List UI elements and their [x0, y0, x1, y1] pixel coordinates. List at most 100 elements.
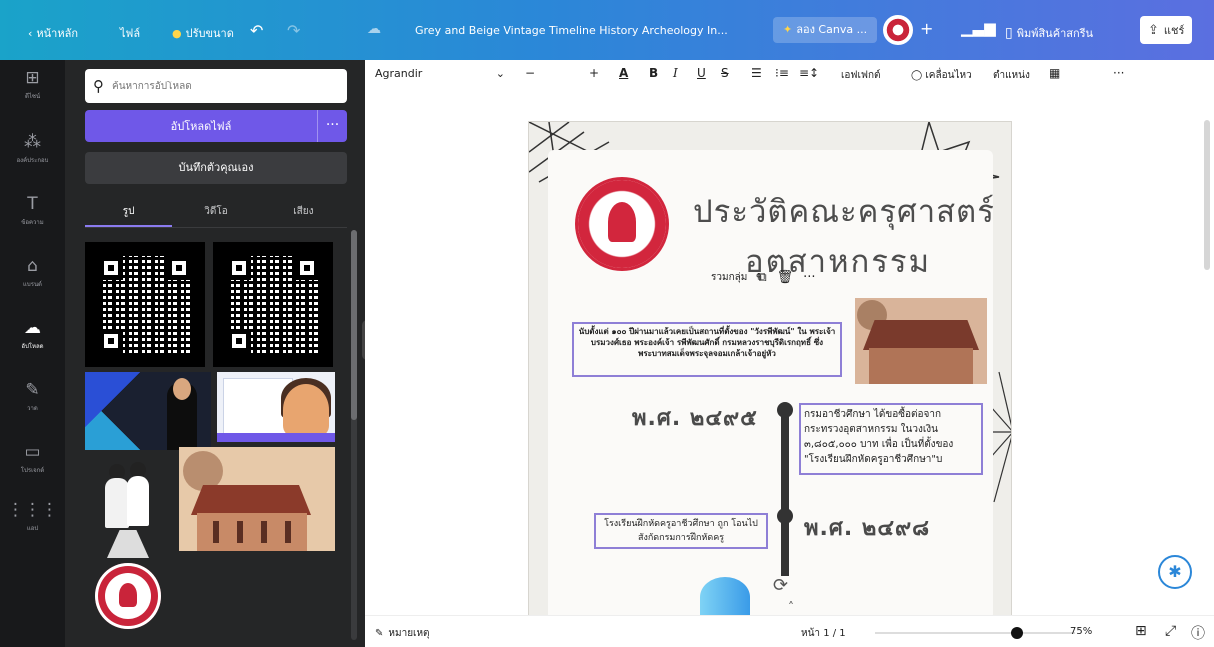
chevron-up-icon[interactable]: ˄ [788, 600, 794, 614]
building-photo-thumbnail[interactable] [179, 447, 335, 551]
qr-code-thumbnail[interactable] [85, 242, 205, 367]
print-button[interactable]: ▯ พิมพ์สินค้าสกรีน [1005, 24, 1093, 42]
redo-icon[interactable]: ↷ [287, 21, 300, 40]
tab-images[interactable]: รูป [85, 198, 173, 227]
scroll-thumb[interactable] [1204, 120, 1210, 270]
crown-icon: ● [172, 26, 182, 40]
tab-audio[interactable]: เสียง [260, 198, 347, 227]
share-button[interactable]: ⇪ แชร์ [1140, 16, 1193, 44]
document-title[interactable]: Grey and Beige Vintage Timeline History … [415, 24, 728, 37]
rail-item-brand[interactable]: ⌂ แบรนด์ [0, 256, 65, 289]
search-box[interactable]: ⚲ [85, 69, 347, 103]
more-options-icon[interactable]: ··· [803, 270, 815, 285]
text-icon: T [27, 194, 38, 214]
rail-label: วาด [27, 405, 38, 412]
history-textbox-2[interactable]: กรมอาชีวศึกษา ได้ขอซื้อต่อจาก กระทรวงอุต… [799, 403, 983, 475]
qr-code-thumbnail[interactable] [213, 242, 333, 367]
couple-cutout-thumbnail[interactable] [95, 458, 165, 558]
webpage-thumbnail[interactable] [217, 372, 335, 442]
font-size-decrease[interactable]: − [525, 66, 535, 80]
chevron-down-icon: ⌄ [495, 67, 505, 80]
underline-icon[interactable]: U [697, 66, 706, 80]
year-label-2[interactable]: พ.ศ. ๒๔๙๘ [804, 510, 930, 545]
position-button[interactable]: ตำแหน่ง [993, 68, 1030, 83]
rail-item-draw[interactable]: ✎ วาด [0, 380, 65, 413]
faculty-seal-logo[interactable] [578, 180, 666, 268]
add-collaborator-icon[interactable]: + [920, 19, 933, 38]
resize-button[interactable]: ● ปรับขนาด [172, 24, 234, 42]
font-size-increase[interactable]: + [589, 66, 599, 80]
search-input[interactable] [112, 80, 312, 92]
file-menu[interactable]: ไฟล์ [120, 24, 140, 42]
projects-icon: ▭ [24, 442, 41, 462]
building-roof [863, 320, 979, 350]
record-yourself-button[interactable]: บันทึกตัวคุณเอง [85, 152, 347, 184]
bullet-list-icon[interactable]: ⁝≡ [775, 66, 789, 80]
text-color-icon[interactable]: A [619, 66, 628, 80]
tab-videos[interactable]: วิดีโอ [172, 198, 259, 227]
qr-corner [99, 329, 123, 353]
building-photo[interactable] [855, 298, 987, 384]
top-bar: ‹ หน้าหลัก ไฟล์ ● ปรับขนาด ↶ ↷ ☁ Grey an… [0, 0, 1214, 60]
align-center-icon[interactable]: ☰ [751, 66, 762, 80]
gradient-shape[interactable] [700, 577, 750, 617]
effects-button[interactable]: เอฟเฟกต์ [841, 68, 881, 83]
more-options-icon[interactable]: ··· [317, 110, 347, 142]
grid-view-icon[interactable]: ⊞ [1135, 623, 1147, 639]
rail-item-elements[interactable]: ⁂ องค์ประกอบ [0, 132, 65, 165]
magic-assistant-button[interactable]: ✱ [1158, 555, 1192, 589]
rail-item-projects[interactable]: ▭ โปรเจกต์ [0, 442, 65, 475]
rail-item-design[interactable]: ⊞ ดีไซน์ [0, 68, 65, 101]
avatar[interactable] [883, 15, 913, 45]
rotate-handle-icon[interactable]: ⟳ [773, 575, 788, 596]
home-button[interactable]: ‹ หน้าหลัก [28, 24, 78, 42]
fullscreen-icon[interactable]: ⤢ [1165, 623, 1176, 639]
rail-label: ข้อความ [21, 219, 44, 226]
rail-item-text[interactable]: T ข้อความ [0, 194, 65, 227]
upload-files-button[interactable]: อัปโหลดไฟล์ ··· [85, 110, 347, 142]
undo-icon[interactable]: ↶ [250, 21, 263, 40]
share-label: แชร์ [1163, 24, 1185, 37]
page-title-line1[interactable]: ประวัติคณะครุศาสตร์ [693, 186, 995, 236]
qr-pattern [99, 256, 191, 353]
rail-label: ดีไซน์ [24, 93, 41, 100]
group-context-bar: รวมกลุ่ม ⧉ 🗑︎ ··· [711, 270, 816, 285]
cloud-save-icon[interactable]: ☁ [367, 21, 381, 37]
editor-toolbar: Agrandir ⌄ − + A B I U S ☰ ⁝≡ ≡↕ เอฟเฟกต… [365, 60, 1214, 90]
timeline-dot [777, 402, 793, 418]
help-icon[interactable]: ⓘ [1191, 623, 1205, 643]
upload-label: อัปโหลดไฟล์ [170, 120, 232, 133]
notes-button[interactable]: ✎ หมายเหตุ [375, 626, 430, 641]
panel-scrollbar[interactable] [351, 230, 357, 640]
history-textbox-3[interactable]: โรงเรียนฝึกหัดครูอาชีวศึกษา ถูก โอนไปสัง… [594, 513, 768, 549]
italic-icon[interactable]: I [673, 66, 678, 80]
line-spacing-icon[interactable]: ≡↕ [799, 66, 819, 80]
try-canva-pro-button[interactable]: ✦ ลอง Canva ... [773, 17, 878, 43]
zoom-slider-knob[interactable] [1010, 627, 1023, 639]
zoom-level[interactable]: 75% [1070, 626, 1092, 637]
rail-item-apps[interactable]: ⋮⋮⋮ แอป [0, 500, 65, 533]
more-options-icon[interactable]: ··· [1113, 66, 1124, 80]
copy-icon[interactable]: ⧉ [757, 270, 766, 285]
rail-item-upload[interactable]: ☁ อัปโหลด [0, 318, 65, 351]
strikethrough-icon[interactable]: S [721, 66, 729, 80]
year-label-1[interactable]: พ.ศ. ๒๔๙๕ [632, 400, 758, 435]
transparency-icon[interactable]: ▦ [1049, 66, 1060, 80]
font-selector[interactable]: Agrandir ⌄ [375, 67, 505, 80]
insights-chart-icon[interactable]: ▁▃▆ [961, 19, 996, 37]
trash-icon[interactable]: 🗑︎ [777, 270, 794, 285]
bold-icon[interactable]: B [649, 66, 658, 80]
faculty-seal-thumbnail[interactable] [95, 563, 161, 629]
scroll-thumb[interactable] [351, 230, 357, 420]
animate-button[interactable]: ◯ เคลื่อนไหว [911, 68, 972, 83]
resize-label: ปรับขนาด [185, 27, 234, 40]
animate-label: เคลื่อนไหว [925, 70, 972, 81]
page-indicator[interactable]: หน้า 1 / 1 [801, 626, 846, 641]
elements-icon: ⁂ [24, 132, 41, 152]
profile-image-thumbnail[interactable] [85, 372, 211, 450]
zoom-slider[interactable] [875, 627, 1075, 639]
history-textbox-1[interactable]: นับตั้งแต่ ๑๐๐ ปีผ่านมาแล้วเคยเป็นสถานที… [572, 322, 842, 377]
timeline-line[interactable] [781, 406, 789, 576]
canvas-scrollbar[interactable] [1204, 100, 1210, 600]
group-button[interactable]: รวมกลุ่ม [711, 270, 747, 285]
